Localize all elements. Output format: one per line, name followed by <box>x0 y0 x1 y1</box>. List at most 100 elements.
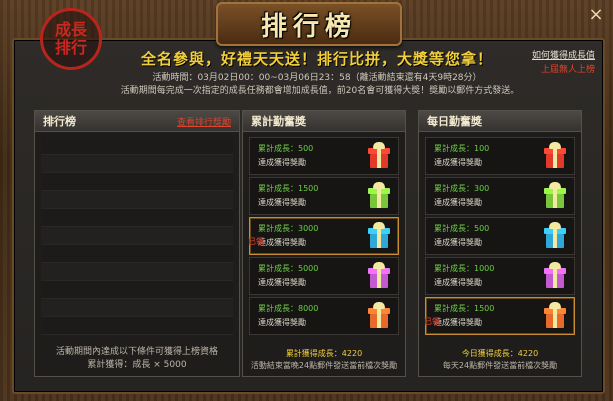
reward-condition: 達成獲得獎勵 <box>258 158 306 167</box>
gift-ribbon <box>377 308 381 328</box>
gift-ribbon <box>553 308 557 328</box>
last-champion-text: 上屆無人上榜 <box>540 65 595 75</box>
reward-condition: 達成獲得獎勵 <box>434 318 482 327</box>
daily-reward-panel: 每日勤奮獎 累計成長：100 達成獲得獎勵 累計成長：300 達成獲得獎勵 累計成長：5… <box>418 110 582 377</box>
gift-ribbon <box>377 188 381 208</box>
reward-requirement: 累計成長：500 <box>258 144 314 153</box>
slogan: 全名參與，好禮天天送！排行比拼，大獎等您拿！ <box>140 50 493 68</box>
ranking-row <box>41 299 233 317</box>
cumulative-reward-item[interactable]: 累計成長：1500 達成獲得獎勵 <box>249 177 399 215</box>
ranking-header: 排行榜 查看排行獎勵 <box>35 111 239 132</box>
gift-ribbon <box>377 268 381 288</box>
ranking-list <box>41 137 233 335</box>
seal-line2: 排行 <box>54 38 87 57</box>
gift-ribbon <box>377 228 381 248</box>
gift-ribbon <box>553 228 557 248</box>
cumulative-reward-item[interactable]: 累計成長：3000 達成獲得獎勵 已領 <box>248 217 399 255</box>
cumulative-title: 累計勤奮獎 <box>251 115 306 128</box>
cumulative-reward-panel: 累計勤奮獎 累計成長：500 達成獲得獎勵 累計成長：1500 達成獲得獎勵 累計成長：… <box>242 110 406 377</box>
title-plate: 排行榜 <box>216 2 402 46</box>
reward-condition: 達成獲得獎勵 <box>434 278 482 287</box>
daily-reward-item[interactable]: 累計成長：100 達成獲得獎勵 <box>425 137 575 175</box>
growth-ranking-seal: 成長 排行 <box>40 8 102 70</box>
reward-condition: 達成獲得獎勵 <box>258 278 306 287</box>
ranking-row <box>41 191 233 209</box>
ranking-footer: 活動期間內達成以下條件可獲得上榜資格 累計獲得：成長 × 5000 <box>35 346 239 372</box>
ranking-row <box>41 155 233 173</box>
window-title: 排行榜 <box>260 11 357 42</box>
gift-bow <box>373 262 385 269</box>
daily-footer: 今日獲得成長：4220 每天24點郵件發送當前檔次獎勵 <box>419 348 581 372</box>
gift-ribbon <box>553 268 557 288</box>
ranking-row <box>41 281 233 299</box>
gift-box-icon[interactable] <box>544 222 566 248</box>
daily-reward-item[interactable]: 累計成長：500 達成獲得獎勵 <box>425 217 575 255</box>
ranking-footer-line1: 活動期間內達成以下條件可獲得上榜資格 <box>55 347 218 357</box>
gift-bow <box>373 182 385 189</box>
ranking-row <box>41 209 233 227</box>
ranking-footer-line2: 累計獲得：成長 × 5000 <box>87 360 187 370</box>
gift-ribbon <box>553 148 557 168</box>
claimed-stamp: 已領 <box>424 317 440 326</box>
ranking-row <box>41 317 233 335</box>
ranking-title: 排行榜 <box>43 115 76 128</box>
cumulative-reward-item[interactable]: 累計成長：8000 達成獲得獎勵 <box>249 297 399 335</box>
daily-reward-item[interactable]: 累計成長：1500 達成獲得獎勵 已領 <box>424 297 575 335</box>
reward-requirement: 累計成長：500 <box>434 224 490 233</box>
reward-requirement: 累計成長：1500 <box>258 184 319 193</box>
reward-requirement: 累計成長：300 <box>434 184 490 193</box>
cumulative-footer: 累計獲得成長：4220 活動結束當晚24點郵件發送當前檔次獎勵 <box>243 348 405 372</box>
gift-box-icon[interactable] <box>544 182 566 208</box>
ranking-row <box>41 263 233 281</box>
gift-bow <box>373 142 385 149</box>
cumulative-reward-item[interactable]: 累計成長：5000 達成獲得獎勵 <box>249 257 399 295</box>
daily-total: 今日獲得成長：4220 <box>461 349 539 358</box>
ranking-row <box>41 245 233 263</box>
gift-box-icon[interactable] <box>368 302 390 328</box>
reward-condition: 達成獲得獎勵 <box>434 158 482 167</box>
reward-condition: 達成獲得獎勵 <box>258 198 306 207</box>
reward-condition: 達成獲得獎勵 <box>258 318 306 327</box>
gift-bow <box>549 182 561 189</box>
daily-reward-item[interactable]: 累計成長：1000 達成獲得獎勵 <box>425 257 575 295</box>
ranking-row <box>41 137 233 155</box>
reward-requirement: 累計成長：3000 <box>258 224 319 233</box>
daily-title: 每日勤奮獎 <box>427 115 482 128</box>
reward-requirement: 累計成長：100 <box>434 144 490 153</box>
view-rank-rewards-link[interactable]: 查看排行獎勵 <box>177 115 231 128</box>
ranking-row <box>41 227 233 245</box>
ranking-row <box>41 173 233 191</box>
cumulative-note: 活動結束當晚24點郵件發送當前檔次獎勵 <box>250 361 398 370</box>
cumulative-reward-item[interactable]: 累計成長：500 達成獲得獎勵 <box>249 137 399 175</box>
close-button[interactable]: × <box>587 6 605 24</box>
reward-condition: 達成獲得獎勵 <box>434 238 482 247</box>
daily-note: 每天24點郵件發送當前檔次獎勵 <box>442 361 558 370</box>
reward-requirement: 累計成長：1500 <box>434 304 495 313</box>
daily-header: 每日勤奮獎 <box>419 111 581 132</box>
event-time: 活動時間：03月02日00：00~03月06日23：58（離活動結束還有4天9時… <box>152 73 482 83</box>
gift-bow <box>549 222 561 229</box>
gift-box-icon[interactable] <box>544 302 566 328</box>
gift-bow <box>549 262 561 269</box>
how-to-earn-link[interactable]: 如何獲得成長值 <box>532 48 595 61</box>
gift-box-icon[interactable] <box>368 222 390 248</box>
gift-box-icon[interactable] <box>544 262 566 288</box>
cumulative-total: 累計獲得成長：4220 <box>285 349 363 358</box>
gift-bow <box>549 142 561 149</box>
daily-reward-item[interactable]: 累計成長：300 達成獲得獎勵 <box>425 177 575 215</box>
gift-bow <box>373 222 385 229</box>
seal-line1: 成長 <box>54 20 87 39</box>
event-description: 活動期間每完成一次指定的成長任務都會增加成長值，前20名會可獲得大獎！獎勵以郵件… <box>120 86 520 96</box>
reward-requirement: 累計成長：1000 <box>434 264 495 273</box>
gift-ribbon <box>377 148 381 168</box>
gift-ribbon <box>553 188 557 208</box>
gift-box-icon[interactable] <box>368 182 390 208</box>
gift-box-icon[interactable] <box>368 262 390 288</box>
reward-requirement: 累計成長：8000 <box>258 304 319 313</box>
reward-requirement: 累計成長：5000 <box>258 264 319 273</box>
gift-box-icon[interactable] <box>544 142 566 168</box>
claimed-stamp: 已領 <box>248 237 264 246</box>
gift-box-icon[interactable] <box>368 142 390 168</box>
reward-condition: 達成獲得獎勵 <box>434 198 482 207</box>
gift-bow <box>373 302 385 309</box>
